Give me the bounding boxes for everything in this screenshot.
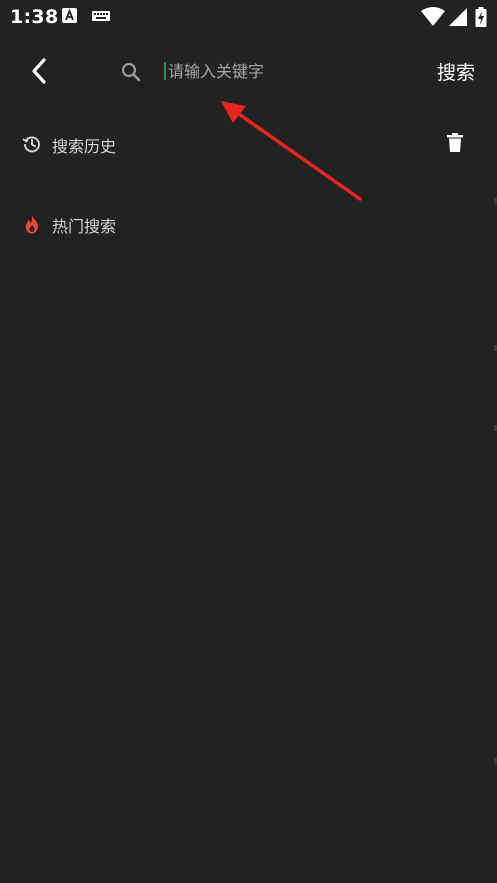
a-app-icon <box>62 8 77 23</box>
hot-search-section: 热门搜索 <box>0 204 497 244</box>
keyboard-icon <box>92 11 110 21</box>
search-history-label: 搜索历史 <box>52 137 117 156</box>
status-right-icons <box>421 7 491 27</box>
trash-icon <box>447 132 463 152</box>
status-bar: 1:38 <box>0 0 497 34</box>
search-box <box>110 52 410 90</box>
back-button[interactable] <box>18 50 60 92</box>
wifi-icon <box>421 7 445 26</box>
battery-charging-icon <box>475 7 487 27</box>
search-input[interactable] <box>164 56 408 86</box>
signal-icon <box>449 8 467 26</box>
chevron-left-icon <box>32 58 46 84</box>
search-icon <box>121 62 141 82</box>
history-icon <box>22 136 40 153</box>
search-button[interactable]: 搜索 <box>437 58 475 85</box>
app-bar: 搜索 <box>0 34 497 108</box>
clear-history-button[interactable] <box>443 130 467 154</box>
hot-search-label: 热门搜索 <box>52 217 117 236</box>
flame-icon <box>25 215 38 234</box>
status-time: 1:38 <box>10 6 59 28</box>
search-history-section: 搜索历史 <box>0 124 497 164</box>
